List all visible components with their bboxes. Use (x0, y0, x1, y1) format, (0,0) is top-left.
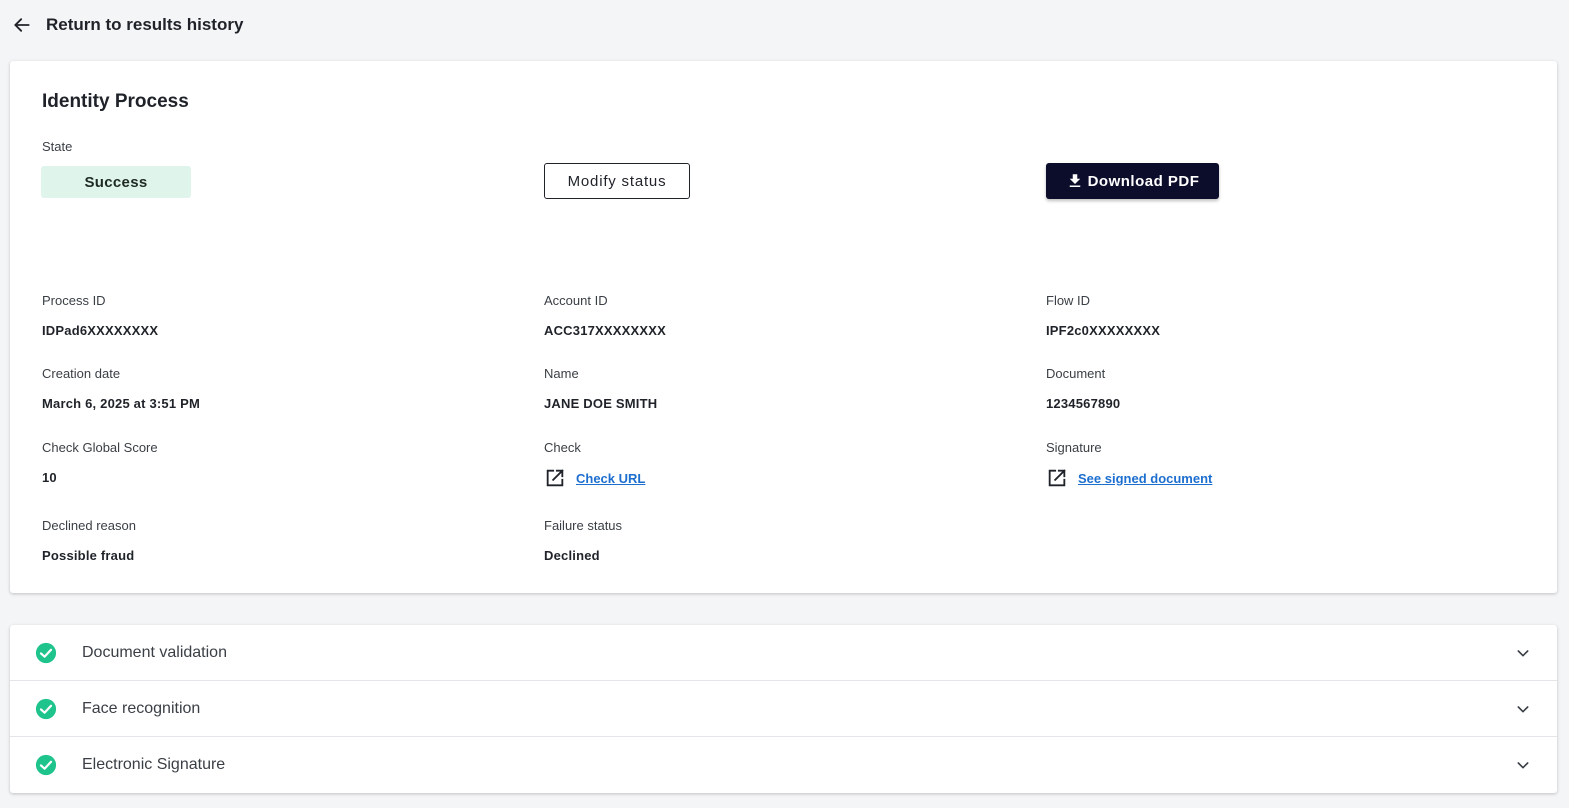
section-label: Face recognition (82, 699, 201, 717)
state-label: State (42, 139, 73, 154)
flow-id-label: Flow ID (1046, 293, 1091, 308)
section-label: Electronic Signature (82, 756, 226, 773)
section-electronic-signature[interactable]: Electronic Signature (10, 737, 1557, 793)
signature-label: Signature (1046, 440, 1102, 455)
see-signed-document-link[interactable]: See signed document (1046, 467, 1212, 489)
check-url-label[interactable]: Check URL (576, 471, 645, 486)
signature-field: Signature See signed document (1046, 440, 1212, 489)
section-document-validation[interactable]: Document validation (10, 625, 1557, 681)
name-value: JANE DOE SMITH (544, 396, 658, 411)
section-face-recognition[interactable]: Face recognition (10, 681, 1557, 737)
check-field: Check Check URL (544, 440, 645, 489)
check-url-link[interactable]: Check URL (544, 467, 645, 489)
flow-id-value: IPF2c0XXXXXXXX (1046, 323, 1161, 338)
chevron-down-icon[interactable] (1515, 701, 1531, 717)
failure-status-label: Failure status (544, 518, 623, 533)
name-field: Name JANE DOE SMITH (544, 366, 657, 411)
account-id-value: ACC317XXXXXXXX (544, 323, 667, 338)
page-title: Identity Process (42, 91, 189, 112)
top-bar: Return to results history (0, 0, 1569, 50)
process-id-value: IDPad6XXXXXXXX (42, 323, 159, 338)
creation-date-value: March 6, 2025 at 3:51 PM (42, 396, 200, 411)
check-circle-icon (35, 698, 57, 720)
account-id-field: Account ID ACC317XXXXXXXX (544, 293, 666, 338)
failure-status-value: Declined (544, 548, 600, 563)
modify-status-button[interactable]: Modify status (544, 163, 690, 199)
document-value: 1234567890 (1046, 396, 1121, 411)
chevron-down-icon[interactable] (1515, 757, 1531, 773)
chevron-down-icon[interactable] (1515, 645, 1531, 661)
external-link-icon (1048, 469, 1066, 487)
status-badge: Success (41, 166, 191, 198)
verification-sections: Document validation Face recognition Ele… (10, 625, 1557, 793)
check-score-field: Check Global Score 10 (42, 440, 158, 485)
document-label: Document (1046, 366, 1106, 381)
declined-reason-label: Declined reason (42, 518, 136, 533)
check-circle-icon (35, 642, 57, 664)
check-circle-icon (35, 754, 57, 776)
declined-reason-value: Possible fraud (42, 548, 135, 563)
arrow-left-icon (14, 18, 30, 32)
declined-reason-field: Declined reason Possible fraud (42, 518, 136, 563)
external-link-icon (546, 469, 564, 487)
process-id-field: Process ID IDPad6XXXXXXXX (42, 293, 158, 338)
see-signed-document-label[interactable]: See signed document (1078, 471, 1212, 486)
check-score-label: Check Global Score (42, 440, 158, 455)
flow-id-field: Flow ID IPF2c0XXXXXXXX (1046, 293, 1160, 338)
check-label: Check (544, 440, 581, 455)
download-icon (1069, 174, 1080, 187)
section-label: Document validation (82, 643, 227, 661)
check-score-value: 10 (42, 470, 57, 485)
failure-status-field: Failure status Declined (544, 518, 622, 563)
identity-process-card: Identity Process State Success Modify st… (10, 61, 1557, 593)
name-label: Name (544, 366, 579, 381)
account-id-label: Account ID (544, 293, 608, 308)
document-field: Document 1234567890 (1046, 366, 1120, 411)
return-to-results-label: Return to results history (46, 15, 244, 34)
return-to-results-button[interactable]: Return to results history (12, 10, 243, 40)
download-pdf-label: Download PDF (1087, 172, 1200, 190)
creation-date-label: Creation date (42, 366, 121, 381)
process-id-label: Process ID (42, 293, 106, 308)
creation-date-field: Creation date March 6, 2025 at 3:51 PM (42, 366, 200, 411)
download-pdf-button[interactable]: Download PDF (1046, 163, 1219, 199)
